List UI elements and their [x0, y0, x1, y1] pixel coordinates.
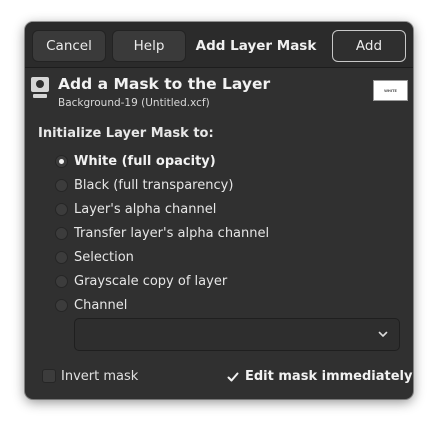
- radio-indicator[interactable]: [55, 298, 68, 312]
- dialog-title: Add a Mask to the Layer: [58, 75, 271, 93]
- radio-dot: [59, 158, 64, 164]
- radio-label: Selection: [74, 249, 134, 265]
- window-title: Add Layer Mask: [195, 38, 317, 54]
- channel-combo[interactable]: [74, 318, 400, 351]
- layer-mask-icon: [31, 77, 49, 98]
- radio-label: White (full opacity): [74, 153, 216, 169]
- radio-selection[interactable]: Selection: [55, 248, 134, 266]
- radio-indicator[interactable]: [55, 226, 68, 240]
- add-layer-mask-dialog: Cancel Help Add Layer Mask Add Add a Mas…: [25, 22, 413, 399]
- radio-transfer-alpha[interactable]: Transfer layer's alpha channel: [55, 224, 269, 242]
- radio-label: Channel: [74, 297, 128, 313]
- layer-preview-thumbnail: WHITE: [373, 80, 408, 101]
- checkbox-label: Invert mask: [61, 368, 139, 384]
- radio-indicator[interactable]: [55, 178, 68, 192]
- radio-white[interactable]: White (full opacity): [55, 152, 216, 170]
- chevron-down-icon[interactable]: [377, 328, 389, 340]
- radio-layer-alpha[interactable]: Layer's alpha channel: [55, 200, 216, 218]
- radio-label: Grayscale copy of layer: [74, 273, 228, 289]
- headerbar: Cancel Help Add Layer Mask Add: [25, 22, 413, 68]
- checkbox-indicator[interactable]: [42, 369, 56, 383]
- checkbox-label: Edit mask immediately: [245, 368, 413, 384]
- radio-label: Layer's alpha channel: [74, 201, 217, 217]
- radio-black[interactable]: Black (full transparency): [55, 176, 233, 194]
- radio-channel[interactable]: Channel: [55, 296, 127, 314]
- preview-text: WHITE: [384, 88, 397, 93]
- radio-indicator[interactable]: [55, 250, 68, 264]
- help-button[interactable]: Help: [112, 30, 186, 62]
- radio-indicator[interactable]: [55, 202, 68, 216]
- radio-indicator[interactable]: [55, 154, 68, 168]
- radio-indicator[interactable]: [55, 274, 68, 288]
- cancel-button[interactable]: Cancel: [32, 30, 106, 62]
- init-mask-label: Initialize Layer Mask to:: [38, 126, 214, 141]
- radio-label: Transfer layer's alpha channel: [74, 225, 270, 241]
- radio-grayscale[interactable]: Grayscale copy of layer: [55, 272, 227, 290]
- add-button[interactable]: Add: [332, 30, 406, 62]
- dialog-subtitle: Background-19 (Untitled.xcf): [58, 97, 210, 109]
- check-icon[interactable]: [226, 369, 240, 383]
- radio-label: Black (full transparency): [74, 177, 234, 193]
- edit-mask-checkbox[interactable]: Edit mask immediately: [226, 367, 412, 385]
- invert-mask-checkbox[interactable]: Invert mask: [42, 367, 138, 385]
